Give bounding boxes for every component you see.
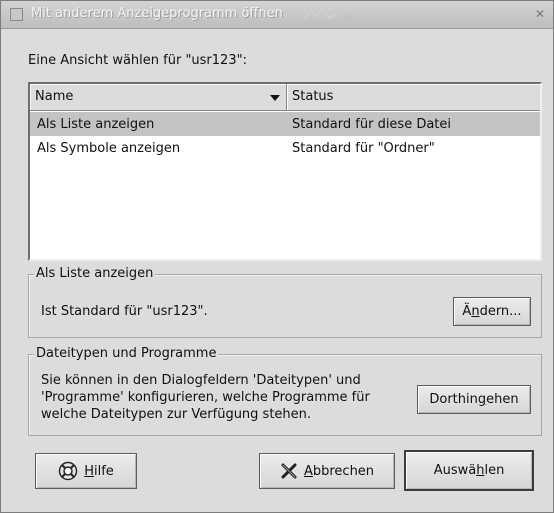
sort-arrow-down-icon [270,95,280,101]
selected-view-frame: Als Liste anzeigen Ist Standard für "usr… [28,266,542,338]
cancel-button[interactable]: Abbrechen [259,453,395,489]
change-button[interactable]: Än dern... [453,297,531,326]
row-name: Als Liste anzeigen [37,117,155,132]
close-icon[interactable]: ✕ [533,7,547,21]
help-lifebuoy-icon [58,461,78,481]
list-row[interactable]: Als Liste anzeigen Standard für diese Da… [30,112,540,136]
go-there-button[interactable]: Dorthin g ehen [417,385,531,414]
row-status: Standard für diese Datei [292,117,452,132]
column-header-status[interactable]: Status [287,84,540,111]
window-menu-icon[interactable] [10,8,23,21]
file-types-legend: Dateitypen und Programme [34,346,219,361]
column-header-name[interactable]: Name [30,84,287,111]
window-title: Mit anderem Anzeigeprogramm öffnen [31,6,283,21]
default-info-text: Ist Standard für "usr123". [41,304,208,319]
help-button[interactable]: Hilfe [35,453,137,489]
open-with-dialog: Mit anderem Anzeigeprogramm öffnen ✕ Ein… [0,0,554,513]
column-header-status-label: Status [292,89,334,104]
row-status: Standard für "Ordner" [292,141,435,156]
view-select-heading: Eine Ansicht wählen für "usr123": [28,53,247,68]
row-name: Als Symbole anzeigen [37,141,181,156]
titlebar-decoration-icon [304,6,354,21]
file-types-frame: Dateitypen und Programme Sie können in d… [28,346,542,436]
title-bar[interactable]: Mit anderem Anzeigeprogramm öffnen ✕ [1,1,553,29]
file-types-description-line: Sie können in den Dialogfeldern 'Dateity… [41,373,361,388]
selected-view-legend: Als Liste anzeigen [34,266,156,281]
select-button[interactable]: Auswä h len [404,450,534,491]
file-types-description-line: 'Programme' konfigurieren, welche Progra… [41,390,370,405]
cancel-x-icon [280,462,298,480]
viewer-list[interactable]: Name Status Als Liste anzeigen Standard … [28,82,542,261]
list-row[interactable]: Als Symbole anzeigen Standard für "Ordne… [30,136,540,160]
column-header-name-label: Name [35,89,74,104]
file-types-description-line: welche Dateitypen zur Verfügung stehen. [41,407,312,422]
